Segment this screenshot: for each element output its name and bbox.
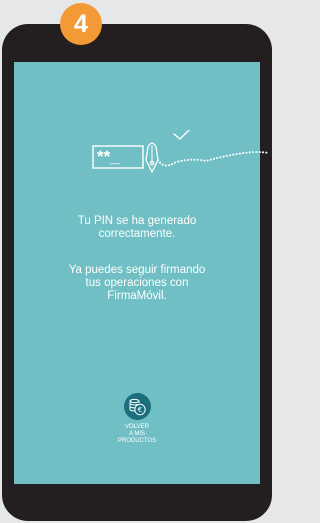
continue-signing-message: Ya puedes seguir firmando tus operacione… — [14, 264, 260, 303]
step-illustration: 4 **_ Tu PIN se ha generado correctament… — [0, 0, 275, 523]
message-line: Tu PIN se ha generado — [77, 215, 197, 227]
back-to-products-button[interactable]: € VOLVER A MIS PRODUCTOS — [113, 393, 161, 445]
message-line: tus operaciones con — [85, 277, 189, 289]
step-number-badge: 4 — [60, 3, 102, 45]
phone-screen: **_ Tu PIN se ha generado correctamente.… — [14, 62, 270, 484]
svg-text:€: € — [137, 406, 141, 414]
pin-box: **_ — [92, 145, 144, 169]
pin-masked-text: **_ — [97, 147, 120, 166]
coins-euro-icon: € — [123, 393, 151, 420]
pin-signature-illustration: **_ — [92, 130, 270, 173]
signature-dotted-line — [157, 150, 270, 167]
message-line: correctamente. — [98, 228, 176, 240]
pen-icon — [145, 142, 159, 173]
back-to-products-label: VOLVER A MIS PRODUCTOS — [117, 424, 157, 444]
message-line: FirmaMóvil. — [107, 290, 167, 302]
message-line: Ya puedes seguir firmando — [68, 264, 206, 276]
check-icon — [173, 130, 190, 140]
pin-success-message: Tu PIN se ha generado correctamente. — [14, 215, 260, 241]
